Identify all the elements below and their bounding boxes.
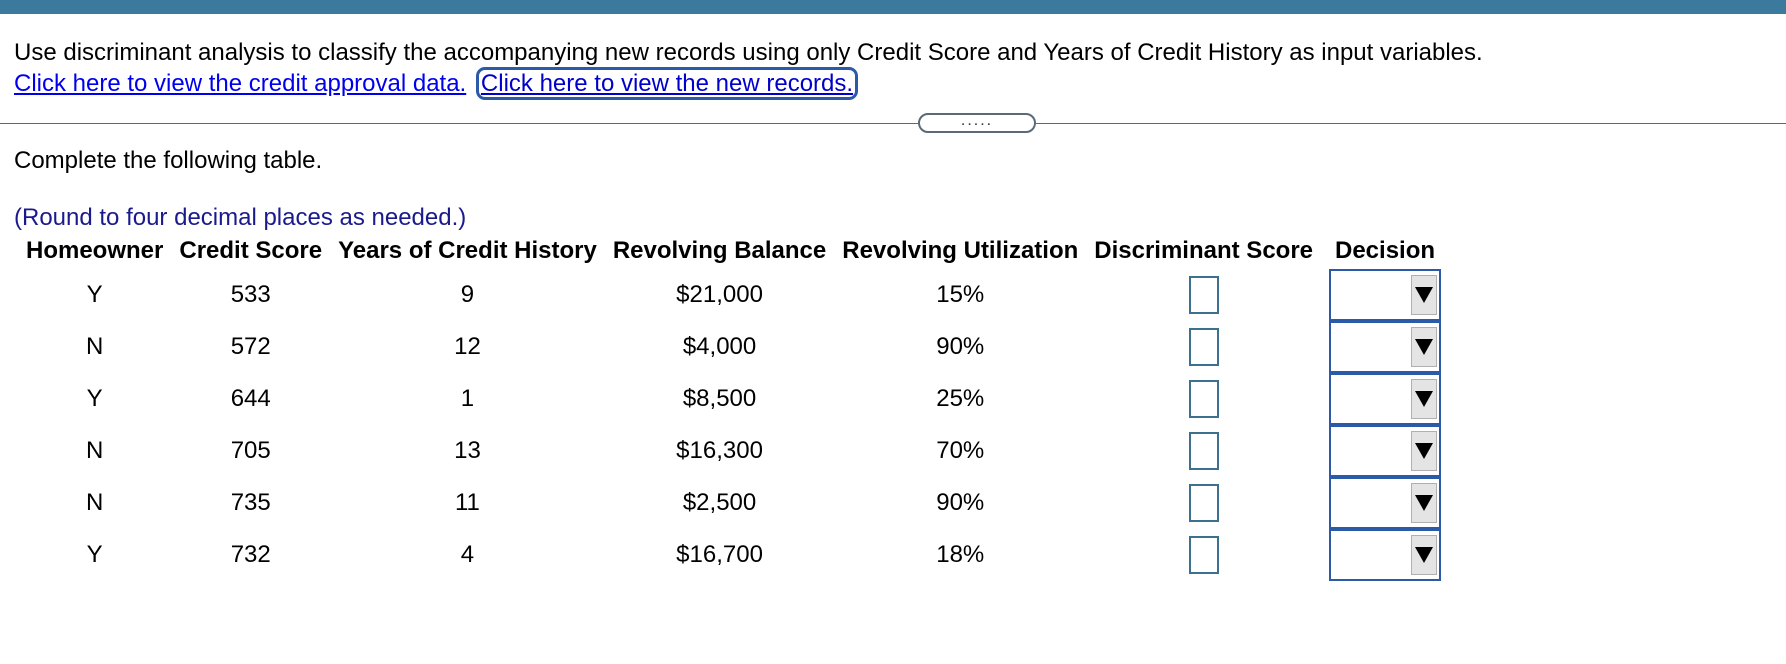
cell-decision	[1321, 529, 1449, 581]
cell-credit-score: 572	[230, 333, 271, 360]
cell-years-credit-history: 1	[460, 385, 475, 412]
question-text: Use discriminant analysis to classify th…	[14, 39, 1483, 66]
credit-approval-data-link[interactable]: Click here to view the credit approval d…	[14, 70, 466, 97]
new-records-table: Homeowner Credit Score Years of Credit H…	[18, 233, 1449, 581]
rounding-note: (Round to four decimal places as needed.…	[14, 204, 467, 231]
cell-revolving-balance: $8,500	[682, 385, 757, 412]
dropdown-arrow-button[interactable]	[1411, 483, 1438, 523]
decision-dropdown[interactable]	[1329, 321, 1442, 373]
dropdown-arrow-button[interactable]	[1411, 275, 1438, 315]
header-revolving-utilization: Revolving Utilization	[842, 237, 1079, 264]
cell-credit-score: 533	[230, 281, 271, 308]
cell-discriminant-score	[1086, 321, 1321, 373]
cell-credit-score: 732	[230, 541, 271, 568]
cell-revolving-utilization: 15%	[936, 281, 985, 308]
header-discriminant-score: Discriminant Score	[1094, 237, 1314, 264]
table-row: N 572 12 $4,000 90%	[18, 321, 1449, 373]
dropdown-arrow-button[interactable]	[1411, 431, 1438, 471]
cell-decision	[1321, 373, 1449, 425]
dropdown-arrow-button[interactable]	[1411, 327, 1438, 367]
cell-revolving-balance: $16,300	[676, 437, 763, 464]
cell-homeowner: N	[86, 489, 104, 516]
decision-dropdown[interactable]	[1329, 529, 1442, 581]
cell-discriminant-score	[1086, 477, 1321, 529]
header-revolving-balance: Revolving Balance	[612, 237, 827, 264]
divider-expand-handle[interactable]: .....	[918, 113, 1036, 133]
cell-credit-score: 705	[230, 437, 271, 464]
triangle-down-icon	[1415, 391, 1434, 407]
cell-revolving-utilization: 18%	[936, 541, 985, 568]
cell-years-credit-history: 13	[454, 437, 481, 464]
cell-homeowner: N	[86, 333, 104, 360]
header-years-credit-history: Years of Credit History	[338, 237, 597, 264]
cell-years-credit-history: 9	[460, 281, 475, 308]
dropdown-arrow-button[interactable]	[1411, 535, 1438, 575]
triangle-down-icon	[1415, 547, 1434, 563]
cell-revolving-utilization: 70%	[936, 437, 985, 464]
discriminant-score-input[interactable]	[1188, 536, 1219, 574]
dropdown-arrow-button[interactable]	[1411, 379, 1438, 419]
triangle-down-icon	[1415, 287, 1434, 303]
cell-discriminant-score	[1086, 425, 1321, 477]
header-credit-score: Credit Score	[179, 237, 323, 264]
cell-credit-score: 735	[230, 489, 271, 516]
cell-decision	[1321, 477, 1449, 529]
cell-homeowner: Y	[86, 385, 103, 412]
cell-discriminant-score	[1086, 373, 1321, 425]
cell-discriminant-score	[1086, 269, 1321, 321]
table-row: Y 533 9 $21,000 15%	[18, 269, 1449, 321]
cell-revolving-balance: $2,500	[682, 489, 757, 516]
instruction-text: Complete the following table.	[14, 147, 323, 174]
triangle-down-icon	[1415, 443, 1434, 459]
decision-dropdown[interactable]	[1329, 477, 1442, 529]
cell-homeowner: Y	[86, 281, 103, 308]
decision-dropdown[interactable]	[1329, 425, 1442, 477]
discriminant-score-input[interactable]	[1188, 328, 1219, 366]
cell-years-credit-history: 12	[454, 333, 481, 360]
table-row: N 735 11 $2,500 90%	[18, 477, 1449, 529]
discriminant-score-input[interactable]	[1188, 380, 1219, 418]
top-bar	[0, 0, 1786, 14]
new-records-link[interactable]: Click here to view the new records.	[475, 67, 859, 100]
table-row: Y 732 4 $16,700 18%	[18, 529, 1449, 581]
cell-revolving-utilization: 25%	[936, 385, 985, 412]
cell-discriminant-score	[1086, 529, 1321, 581]
cell-homeowner: Y	[86, 541, 103, 568]
table-body: Y 533 9 $21,000 15% N 572 12 $4,000 90% Y 644 1 $8,50…	[18, 269, 1449, 581]
cell-years-credit-history: 4	[460, 541, 475, 568]
cell-revolving-utilization: 90%	[936, 333, 985, 360]
table-row: N 705 13 $16,300 70%	[18, 425, 1449, 477]
header-homeowner: Homeowner	[26, 237, 164, 264]
table-header-row: Homeowner Credit Score Years of Credit H…	[18, 233, 1449, 269]
table-row: Y 644 1 $8,500 25%	[18, 373, 1449, 425]
cell-homeowner: N	[86, 437, 104, 464]
discriminant-score-input[interactable]	[1188, 276, 1219, 314]
cell-years-credit-history: 11	[454, 489, 480, 516]
cell-revolving-balance: $4,000	[682, 333, 757, 360]
triangle-down-icon	[1415, 339, 1434, 355]
cell-decision	[1321, 321, 1449, 373]
header-decision: Decision	[1335, 237, 1436, 264]
question-links: Click here to view the credit approval d…	[14, 67, 859, 100]
cell-revolving-utilization: 90%	[936, 489, 985, 516]
decision-dropdown[interactable]	[1329, 269, 1442, 321]
section-divider	[0, 123, 1786, 124]
discriminant-score-input[interactable]	[1188, 432, 1219, 470]
cell-revolving-balance: $16,700	[676, 541, 763, 568]
cell-decision	[1321, 269, 1449, 321]
triangle-down-icon	[1415, 495, 1434, 511]
discriminant-score-input[interactable]	[1188, 484, 1219, 522]
cell-credit-score: 644	[230, 385, 271, 412]
cell-decision	[1321, 425, 1449, 477]
decision-dropdown[interactable]	[1329, 373, 1442, 425]
cell-revolving-balance: $21,000	[676, 281, 763, 308]
